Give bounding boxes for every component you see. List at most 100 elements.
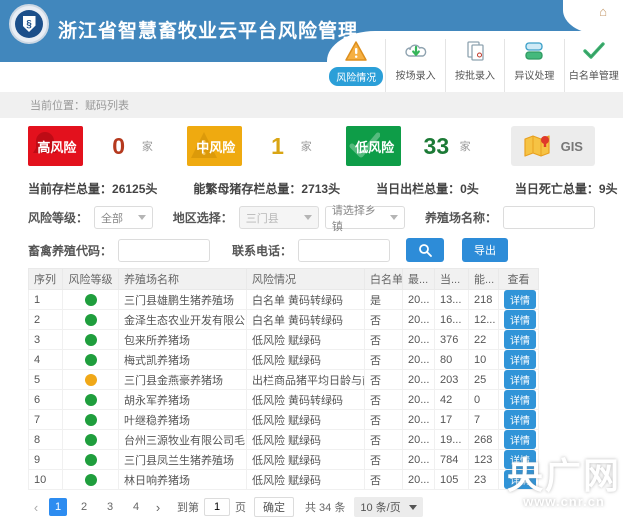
row-seq: 2	[29, 310, 63, 330]
row-view: 详情	[499, 450, 539, 470]
row-latest: 20...	[403, 410, 435, 430]
tab-label: 风险情况	[329, 67, 383, 86]
row-farm-name: 林日响养猪场	[119, 470, 247, 490]
phone-input[interactable]	[298, 239, 390, 262]
page-button-4[interactable]: 4	[127, 498, 145, 516]
table-header-row: 序列 风险等级 养殖场名称 风险情况 白名单 最... 当... 能... 查看	[29, 269, 539, 290]
search-button[interactable]	[406, 238, 444, 262]
col-risk-level: 风险等级	[63, 269, 119, 290]
farm-name-input[interactable]	[503, 206, 595, 229]
tab-risk-status[interactable]: 风险情况	[327, 39, 386, 92]
detail-button[interactable]: 详情	[504, 290, 536, 309]
table-row: 2 金泽生态农业开发有限公司 白名单 黄码转绿码 否 20... 16... 1…	[29, 310, 539, 330]
tab-dispute-handling[interactable]: 异议处理	[505, 39, 564, 92]
farm-name-label: 养殖场名称：	[425, 209, 497, 226]
detail-button[interactable]: 详情	[504, 330, 536, 349]
detail-button[interactable]: 详情	[504, 310, 536, 329]
row-sows: 25	[469, 370, 499, 390]
row-latest: 20...	[403, 390, 435, 410]
page-button-1[interactable]: 1	[49, 498, 67, 516]
breadcrumb: 当前位置：赋码列表	[0, 92, 623, 118]
row-sows: 123	[469, 450, 499, 470]
row-seq: 3	[29, 330, 63, 350]
medium-risk-box[interactable]: 中风险	[187, 126, 242, 166]
warning-triangle-icon	[344, 39, 368, 63]
stat-today-out: 当日出栏总量：0头	[376, 180, 479, 197]
col-latest: 最...	[403, 269, 435, 290]
risk-level-select[interactable]: 全部	[94, 206, 153, 229]
row-whitelist: 否	[365, 390, 403, 410]
page-button-3[interactable]: 3	[101, 498, 119, 516]
town-select[interactable]: 请选择乡镇	[325, 206, 405, 229]
detail-button[interactable]: 详情	[504, 370, 536, 389]
search-icon	[418, 243, 432, 257]
row-whitelist: 否	[365, 470, 403, 490]
tab-whitelist-management[interactable]: 白名单管理	[565, 39, 623, 92]
app-title: 浙江省智慧畜牧业云平台风险管理	[58, 16, 358, 43]
row-view: 详情	[499, 290, 539, 310]
row-view: 详情	[499, 350, 539, 370]
detail-button[interactable]: 详情	[504, 410, 536, 429]
per-page-select[interactable]: 10 条/页	[354, 497, 422, 517]
row-current: 784	[435, 450, 469, 470]
row-risk-situation: 低风险 赋绿码	[247, 350, 365, 370]
row-whitelist: 否	[365, 350, 403, 370]
row-risk-situation: 低风险 赋绿码	[247, 450, 365, 470]
detail-button[interactable]: 详情	[504, 470, 536, 489]
table-row: 9 三门县凤兰生猪养殖场 低风险 赋绿码 否 20... 784 123 详情	[29, 450, 539, 470]
row-seq: 7	[29, 410, 63, 430]
prev-page-icon[interactable]: ‹	[28, 500, 44, 515]
goto-page-input[interactable]	[204, 498, 230, 516]
row-latest: 20...	[403, 470, 435, 490]
chevron-down-icon	[138, 215, 146, 220]
risk-dot-icon	[85, 374, 97, 386]
detail-button[interactable]: 详情	[504, 430, 536, 449]
stat-breeding-sows: 能繁母猪存栏总量：2713头	[193, 180, 340, 197]
row-risk-level	[63, 430, 119, 450]
livestock-code-input[interactable]	[118, 239, 210, 262]
row-whitelist: 否	[365, 410, 403, 430]
low-risk-count: 33	[423, 133, 450, 160]
row-whitelist: 否	[365, 450, 403, 470]
low-risk-box[interactable]: 低风险	[346, 126, 401, 166]
row-risk-level	[63, 470, 119, 490]
row-risk-situation: 低风险 黄码转绿码	[247, 390, 365, 410]
export-button[interactable]: 导出	[462, 238, 508, 262]
row-farm-name: 梅式凯养猪场	[119, 350, 247, 370]
farms-table: 序列 风险等级 养殖场名称 风险情况 白名单 最... 当... 能... 查看…	[28, 268, 539, 490]
tab-label: 按批录入	[455, 67, 495, 82]
row-seq: 5	[29, 370, 63, 390]
next-page-icon[interactable]: ›	[150, 500, 166, 515]
risk-summary-row: 高风险 0 家 中风险 1 家 低风险 33 家 GIS	[28, 126, 595, 166]
risk-dot-icon	[85, 294, 97, 306]
gis-button[interactable]: GIS	[511, 126, 595, 166]
detail-button[interactable]: 详情	[504, 390, 536, 409]
row-whitelist: 否	[365, 330, 403, 350]
risk-level-label: 风险等级：	[28, 209, 88, 226]
tab-entry-by-batch[interactable]: 按批录入	[446, 39, 505, 92]
detail-button[interactable]: 详情	[504, 450, 536, 469]
col-situation: 风险情况	[247, 269, 365, 290]
confirm-page-button[interactable]: 确定	[254, 497, 294, 517]
row-current: 203	[435, 370, 469, 390]
home-icon[interactable]: ⌂	[599, 5, 607, 18]
row-current: 105	[435, 470, 469, 490]
detail-button[interactable]: 详情	[504, 350, 536, 369]
page-button-2[interactable]: 2	[75, 498, 93, 516]
row-seq: 4	[29, 350, 63, 370]
table-row: 10 林日响养猪场 低风险 赋绿码 否 20... 105 23 详情	[29, 470, 539, 490]
chevron-down-icon	[390, 215, 398, 220]
row-risk-level	[63, 410, 119, 430]
col-seq: 序列	[29, 269, 63, 290]
tab-entry-by-farm[interactable]: 按场录入	[386, 39, 445, 92]
row-current: 80	[435, 350, 469, 370]
row-seq: 10	[29, 470, 63, 490]
phone-label: 联系电话：	[232, 242, 292, 259]
row-seq: 1	[29, 290, 63, 310]
high-risk-box[interactable]: 高风险	[28, 126, 83, 166]
row-risk-situation: 低风险 赋绿码	[247, 470, 365, 490]
chevron-down-icon	[409, 505, 417, 510]
table-row: 6 胡永军养猪场 低风险 黄码转绿码 否 20... 42 0 详情	[29, 390, 539, 410]
county-select[interactable]: 三门县	[239, 206, 319, 229]
pagination: ‹ 1234 › 到第 页 确定 共 34 条 10 条/页	[28, 497, 595, 517]
